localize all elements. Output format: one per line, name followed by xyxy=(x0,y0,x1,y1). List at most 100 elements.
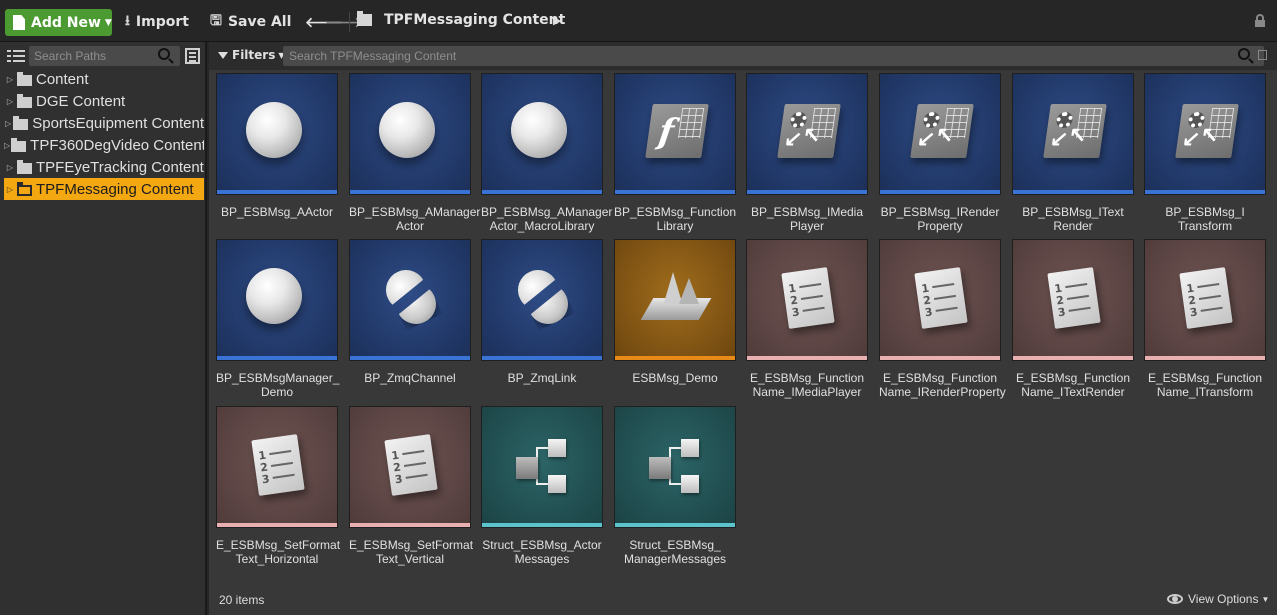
asset-tile[interactable]: 1 2 3 E_ESBMsg_Function Name_IRenderPropert… xyxy=(879,239,1006,399)
asset-tile[interactable]: 1 2 3 E_ESBMsg_SetFormat Text_Vertical xyxy=(349,406,473,566)
toolbar: Add New ▼ ⭳ Import 🖫 Save All 🡐 🡒 TPFMes… xyxy=(0,0,1277,42)
asset-name: E_ESBMsg_Function Name_ITransform xyxy=(1147,371,1263,399)
asset-thumbnail[interactable] xyxy=(216,239,338,361)
sphere-icon xyxy=(511,102,567,158)
folder-tree-item[interactable]: ▷ SportsEquipment Content xyxy=(4,112,204,134)
asset-thumbnail[interactable]: 123 xyxy=(216,406,338,528)
expand-arrow-icon[interactable]: ▷ xyxy=(4,141,10,150)
folder-label: TPFMessaging Content xyxy=(36,180,194,198)
import-label: Import xyxy=(135,14,189,30)
asset-tile[interactable]: BP_ESBMsg_AManager Actor xyxy=(349,73,480,233)
expand-arrow-icon[interactable]: ▷ xyxy=(4,185,16,194)
folder-label: DGE Content xyxy=(36,92,126,110)
asset-tile[interactable]: Struct_ESBMsg_ ManagerMessages xyxy=(614,406,736,566)
folder-label: SportsEquipment Content xyxy=(32,114,204,132)
asset-thumbnail[interactable]: ↙ ↖ xyxy=(1144,73,1266,195)
asset-thumbnail[interactable]: 123 xyxy=(1144,239,1266,361)
folder-tree-item[interactable]: ▷ TPFEyeTracking Content xyxy=(4,156,204,178)
asset-type-bar xyxy=(217,356,337,360)
asset-thumbnail[interactable] xyxy=(216,73,338,195)
asset-tile[interactable]: BP_ZmqChannel xyxy=(349,239,471,385)
folder-tree-item[interactable]: ▷ Content xyxy=(4,68,204,90)
asset-thumbnail[interactable]: 123 xyxy=(349,406,471,528)
folder-tree-item[interactable]: ▷ DGE Content xyxy=(4,90,204,112)
asset-tile[interactable]: BP_ZmqLink xyxy=(481,239,603,385)
asset-thumbnail[interactable] xyxy=(349,73,471,195)
enum-icon: 123 xyxy=(384,434,438,496)
path-view: Search Paths ▷ Content ▷ DGE Content ▷ Sports… xyxy=(0,42,207,615)
collections-toggle-icon[interactable] xyxy=(185,48,200,64)
asset-tile[interactable]: BP_ESBMsgManager_ Demo xyxy=(216,239,339,399)
sphere-icon xyxy=(246,102,302,158)
sources-panel-toggle-icon[interactable] xyxy=(7,48,25,64)
folder-tree: ▷ Content ▷ DGE Content ▷ SportsEquipment Con… xyxy=(4,68,204,200)
asset-type-bar xyxy=(615,523,735,527)
asset-tile[interactable]: 1 2 3 E_ESBMsg_Function Name_IMediaPlayer xyxy=(746,239,868,399)
asset-type-bar xyxy=(615,190,735,194)
view-options-button[interactable]: View Options ▼ xyxy=(1167,592,1269,606)
asset-name: BP_ESBMsg_IRender Property xyxy=(880,205,1000,233)
filter-bar: Filters ▼ Search TPFMessaging Content xyxy=(209,42,1277,70)
folder-tree-item[interactable]: ▷ TPFMessaging Content xyxy=(4,178,204,200)
asset-type-bar xyxy=(747,356,867,360)
filters-button[interactable]: Filters ▼ xyxy=(218,48,285,62)
asset-type-bar xyxy=(1145,356,1265,360)
asset-tile[interactable]: ↙ ↖ BP_ESBMsg_IRender Property xyxy=(879,73,1001,233)
expand-arrow-icon[interactable]: ▷ xyxy=(4,163,16,172)
asset-tile[interactable]: ↙ ↖ BP_ESBMsg_IText Render xyxy=(1012,73,1134,233)
expand-arrow-icon[interactable]: ▷ xyxy=(4,97,16,106)
asset-tile[interactable]: BP_ESBMsg_AManager Actor_MacroLibrary xyxy=(481,73,612,233)
folder-tree-item[interactable]: ▷ TPF360DegVideo Content xyxy=(4,134,204,156)
asset-tile[interactable]: BP_ESBMsg_AActor xyxy=(216,73,338,219)
asset-tile[interactable]: ESBMsg_Demo xyxy=(614,239,736,385)
sphere-icon xyxy=(379,102,435,158)
expand-arrow-icon[interactable]: ▷ xyxy=(4,119,12,128)
asset-thumbnail[interactable]: ↙ ↖ xyxy=(1012,73,1134,195)
lock-icon[interactable] xyxy=(1255,14,1265,27)
asset-thumbnail[interactable]: f xyxy=(614,73,736,195)
expand-arrow-icon[interactable]: ▷ xyxy=(4,75,16,84)
folder-icon xyxy=(17,93,32,108)
asset-name: Struct_ESBMsg_ ManagerMessages xyxy=(623,538,727,566)
toolbar-divider xyxy=(349,12,350,32)
asset-tile[interactable]: ↙ ↖ BP_ESBMsg_IMedia Player xyxy=(746,73,868,233)
folder-icon xyxy=(17,181,32,196)
view-options-label: View Options xyxy=(1188,592,1259,606)
path-search-input[interactable]: Search Paths xyxy=(29,46,180,66)
interface-icon: ↙ ↖ xyxy=(1043,104,1107,158)
asset-thumbnail[interactable]: ↙ ↖ xyxy=(879,73,1001,195)
content-search-placeholder: Search TPFMessaging Content xyxy=(289,49,457,63)
asset-tile[interactable]: 1 2 3 E_ESBMsg_Function Name_ITransform xyxy=(1144,239,1266,399)
asset-thumbnail[interactable]: 123 xyxy=(1012,239,1134,361)
breadcrumb[interactable]: TPFMessaging Content xyxy=(384,12,565,28)
folder-label: Content xyxy=(36,70,89,88)
search-icon xyxy=(1238,48,1250,60)
asset-tile[interactable]: 1 2 3 E_ESBMsg_SetFormat Text_Horizontal xyxy=(216,406,340,566)
asset-thumbnail[interactable] xyxy=(614,239,736,361)
add-new-button[interactable]: Add New ▼ xyxy=(5,9,112,36)
asset-tile[interactable]: 1 2 3 E_ESBMsg_Function Name_ITextRender xyxy=(1012,239,1134,399)
asset-tile[interactable]: f BP_ESBMsg_Function Library xyxy=(614,73,736,233)
asset-type-bar xyxy=(350,523,470,527)
asset-tile[interactable]: Struct_ESBMsg_Actor Messages xyxy=(481,406,603,566)
asset-thumbnail[interactable] xyxy=(481,239,603,361)
asset-type-bar xyxy=(747,190,867,194)
breadcrumb-arrow-icon[interactable]: ▶ xyxy=(553,14,561,27)
asset-thumbnail[interactable]: 123 xyxy=(746,239,868,361)
level-icon xyxy=(640,268,712,328)
asset-thumbnail[interactable] xyxy=(481,73,603,195)
asset-thumbnail[interactable]: 123 xyxy=(879,239,1001,361)
content-search-input[interactable]: Search TPFMessaging Content xyxy=(283,46,1264,66)
asset-thumbnail[interactable] xyxy=(349,239,471,361)
save-all-button[interactable]: 🖫 Save All xyxy=(210,11,291,33)
import-button[interactable]: ⭳ Import xyxy=(125,11,189,33)
path-search-placeholder: Search Paths xyxy=(34,49,107,63)
asset-thumbnail[interactable] xyxy=(614,406,736,528)
save-search-icon[interactable] xyxy=(1258,50,1267,60)
asset-tile[interactable]: ↙ ↖ BP_ESBMsg_I Transform xyxy=(1144,73,1266,233)
asset-type-bar xyxy=(1013,356,1133,360)
interface-icon: ↙ ↖ xyxy=(910,104,974,158)
asset-type-bar xyxy=(615,356,735,360)
asset-thumbnail[interactable]: ↙ ↖ xyxy=(746,73,868,195)
asset-thumbnail[interactable] xyxy=(481,406,603,528)
